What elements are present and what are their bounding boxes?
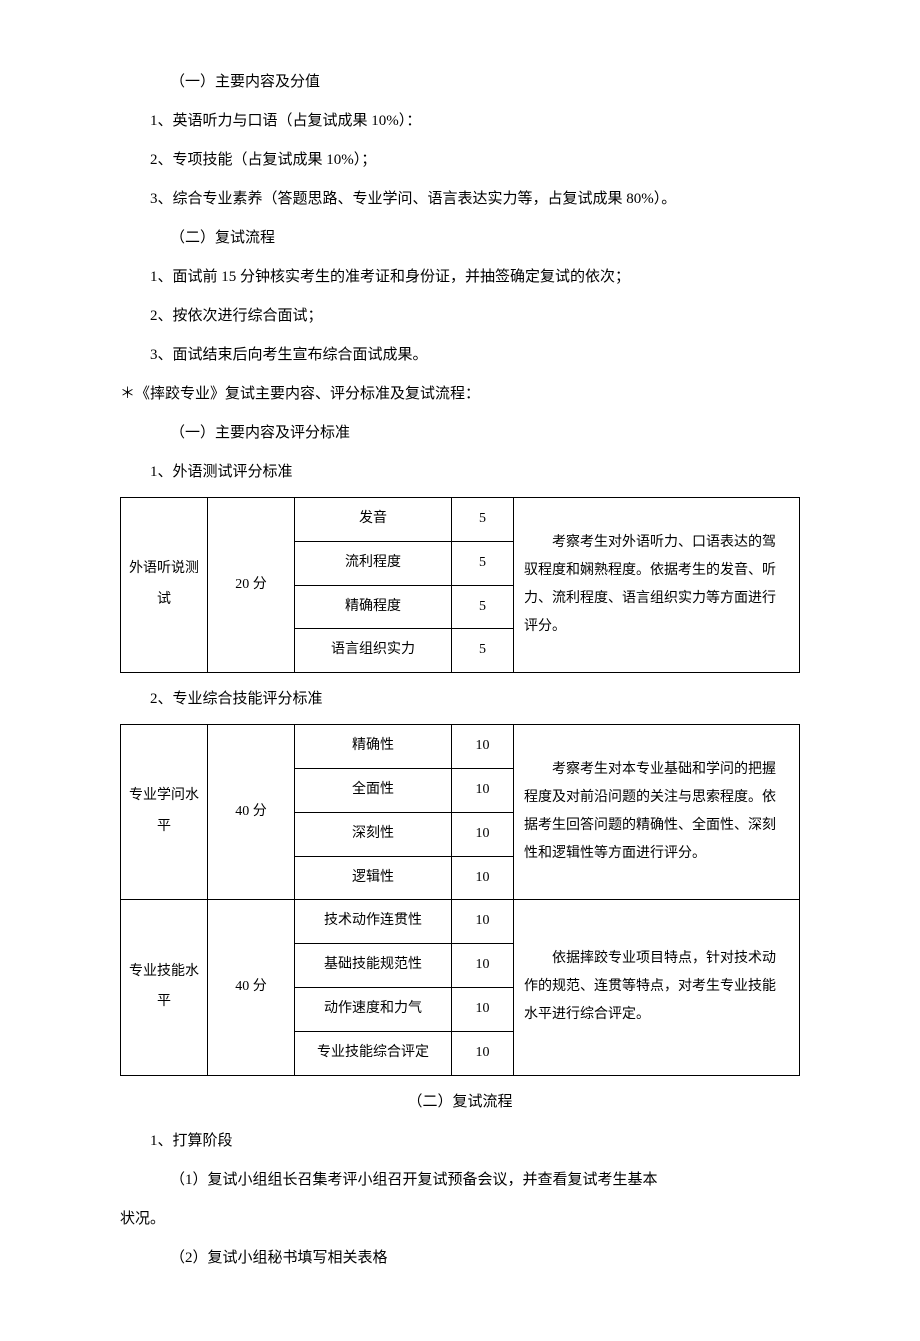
t2g2-pts-0: 10 xyxy=(452,900,514,944)
t1-pts-0: 5 xyxy=(452,498,514,542)
t2g2-pts-1: 10 xyxy=(452,944,514,988)
section1-item1: 1、英语听力与口语（占复试成果 10%）： xyxy=(120,105,800,138)
t2g2-pts-3: 10 xyxy=(452,1031,514,1075)
section1-item3: 3、综合专业素养（答题思路、专业学问、语言表达实力等，占复试成果 80%）。 xyxy=(120,183,800,216)
section4-sub2: （2）复试小组秘书填写相关表格 xyxy=(120,1242,800,1275)
t2g1-pts-2: 10 xyxy=(452,812,514,856)
t2g1-pts-0: 10 xyxy=(452,725,514,769)
t1-pts-3: 5 xyxy=(452,629,514,673)
table-foreign-language: 外语听说测试 20 分 发音 5 考察考生对外语听力、口语表达的驾驭程度和娴熟程… xyxy=(120,497,800,673)
section2-item1: 1、面试前 15 分钟核实考生的准考证和身份证，并抽签确定复试的依次； xyxy=(120,261,800,294)
t2g2-score: 40 分 xyxy=(208,900,295,1075)
table-professional-skills: 专业学问水平 40 分 精确性 10 考察考生对本专业基础和学问的把握程度及对前… xyxy=(120,724,800,1075)
t1-score: 20 分 xyxy=(208,498,295,673)
t2g1-pts-1: 10 xyxy=(452,768,514,812)
section2-item2: 2、按依次进行综合面试； xyxy=(120,300,800,333)
section1-title: （一）主要内容及分值 xyxy=(120,66,800,99)
t1-pts-1: 5 xyxy=(452,541,514,585)
t2g1-crit-2: 深刻性 xyxy=(295,812,452,856)
section4-title: （二）复试流程 xyxy=(120,1086,800,1119)
star-heading: ＊《摔跤专业》复试主要内容、评分标准及复试流程： xyxy=(120,378,800,411)
t2g2-crit-1: 基础技能规范性 xyxy=(295,944,452,988)
t2g2-rowlabel: 专业技能水平 xyxy=(121,900,208,1075)
t2g2-pts-2: 10 xyxy=(452,987,514,1031)
t2g1-rowlabel: 专业学问水平 xyxy=(121,725,208,900)
t1-pts-2: 5 xyxy=(452,585,514,629)
section2-title: （二）复试流程 xyxy=(120,222,800,255)
section4-sub1: （1）复试小组组长召集考评小组召开复试预备会议，并查看复试考生基本 xyxy=(120,1164,800,1197)
t2g1-score: 40 分 xyxy=(208,725,295,900)
t2g2-crit-0: 技术动作连贯性 xyxy=(295,900,452,944)
t1-rowlabel: 外语听说测试 xyxy=(121,498,208,673)
t2g2-crit-3: 专业技能综合评定 xyxy=(295,1031,452,1075)
t1-crit-1: 流利程度 xyxy=(295,541,452,585)
section1-item2: 2、专项技能（占复试成果 10%）； xyxy=(120,144,800,177)
t1-crit-3: 语言组织实力 xyxy=(295,629,452,673)
t2g2-desc: 依据摔跤专业项目特点，针对技术动作的规范、连贯等特点，对考生专业技能水平进行综合… xyxy=(514,900,800,1075)
t2g1-crit-3: 逻辑性 xyxy=(295,856,452,900)
t2g2-crit-2: 动作速度和力气 xyxy=(295,987,452,1031)
t2g1-desc: 考察考生对本专业基础和学问的把握程度及对前沿问题的关注与思索程度。依据考生回答问… xyxy=(514,725,800,900)
t1-crit-0: 发音 xyxy=(295,498,452,542)
t1-desc: 考察考生对外语听力、口语表达的驾驭程度和娴熟程度。依据考生的发音、听力、流利程度… xyxy=(514,498,800,673)
section3-sub2: 2、专业综合技能评分标准 xyxy=(120,683,800,716)
section3-sub1: 1、外语测试评分标准 xyxy=(120,456,800,489)
section4-sub1-cont: 状况。 xyxy=(120,1203,800,1236)
t1-crit-2: 精确程度 xyxy=(295,585,452,629)
section4-item1: 1、打算阶段 xyxy=(120,1125,800,1158)
t2g1-crit-0: 精确性 xyxy=(295,725,452,769)
t2g1-pts-3: 10 xyxy=(452,856,514,900)
section2-item3: 3、面试结束后向考生宣布综合面试成果。 xyxy=(120,339,800,372)
section3-title: （一）主要内容及评分标准 xyxy=(120,417,800,450)
t2g1-crit-1: 全面性 xyxy=(295,768,452,812)
